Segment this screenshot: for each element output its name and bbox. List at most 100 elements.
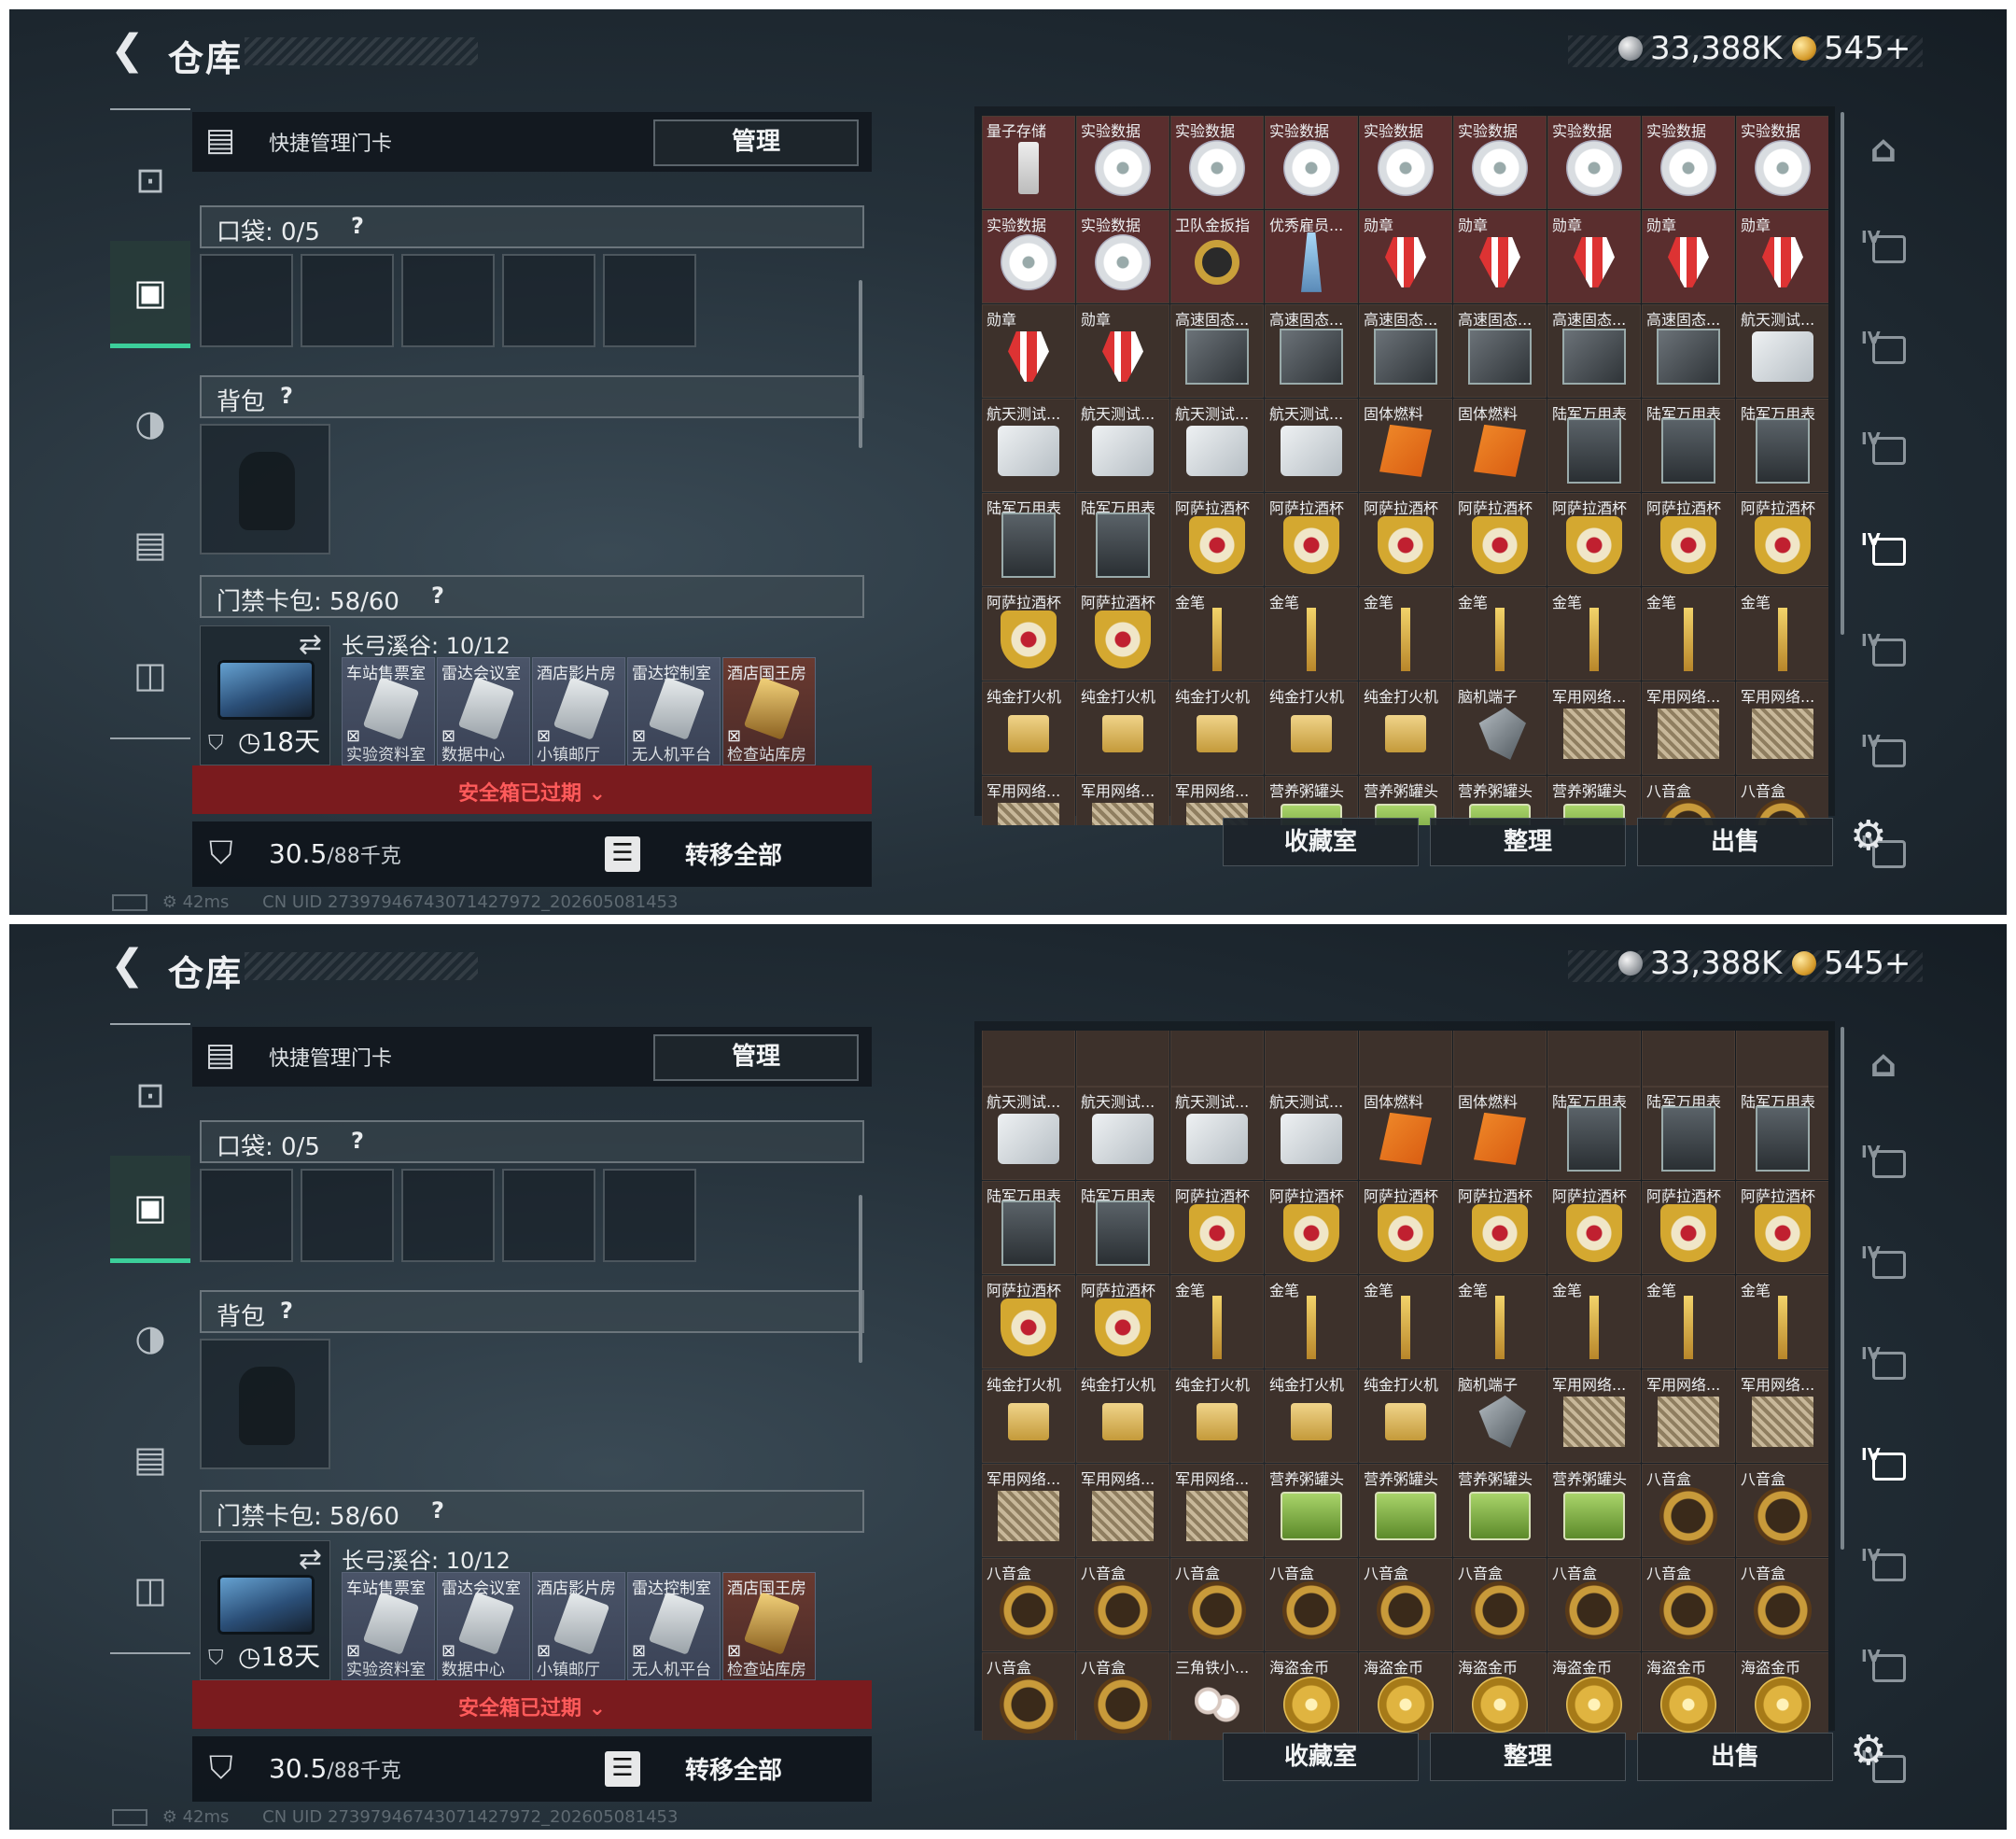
access-card[interactable]: 酒店国王房 ⊠ 检查站库房 — [722, 1572, 816, 1680]
stash-item-cell[interactable]: 营养粥罐头 — [1265, 1464, 1358, 1557]
stash-page-icon[interactable]: IV — [1844, 304, 1923, 398]
stash-item-cell[interactable]: 勋章 — [1453, 210, 1547, 303]
list-icon[interactable]: ☰ — [605, 836, 640, 872]
stash-item-cell[interactable]: 阿萨拉酒杯 — [1265, 493, 1358, 586]
stash-item-cell[interactable]: 高速固态... — [1547, 304, 1641, 398]
stash-item-cell[interactable]: 勋章 — [1736, 210, 1828, 303]
stash-item-cell[interactable]: 八音盒 — [1547, 1558, 1641, 1651]
manage-button[interactable]: 管理 — [653, 119, 859, 166]
stash-item-cell[interactable]: 阿萨拉酒杯 — [1547, 493, 1641, 586]
stash-item-cell[interactable]: 纯金打火机 — [1359, 1369, 1452, 1463]
bag-icon[interactable]: ▤ — [110, 493, 190, 596]
stash-item-cell[interactable]: 营养粥罐头 — [1453, 1464, 1547, 1557]
pocket-slot[interactable] — [301, 254, 394, 347]
pocket-slot[interactable] — [301, 1169, 394, 1262]
stash-item-cell[interactable]: 八音盒 — [1453, 1558, 1547, 1651]
safe-box-expired-bar[interactable]: 安全箱已过期 ⌄ — [192, 765, 872, 814]
stash-item-cell[interactable]: 航天测试... — [1170, 1087, 1264, 1180]
backpack-slot[interactable] — [200, 424, 330, 555]
stash-item-cell[interactable]: 卫队金扳指 — [1170, 210, 1264, 303]
stash-item-cell[interactable] — [1170, 1031, 1264, 1087]
stash-item-cell[interactable] — [1547, 1031, 1641, 1087]
stash-item-cell[interactable]: 航天测试... — [1170, 399, 1264, 492]
stash-item-cell[interactable]: 陆军万用表 — [1076, 493, 1169, 586]
stash-item-cell[interactable]: 金笔 — [1453, 1275, 1547, 1369]
stash-item-cell[interactable]: 陆军万用表 — [1642, 1087, 1735, 1180]
stash-item-cell[interactable]: 海盗金币 — [1642, 1652, 1735, 1740]
safe-box-expired-bar[interactable]: 安全箱已过期 ⌄ — [192, 1680, 872, 1729]
stash-item-cell[interactable]: 陆军万用表 — [1642, 399, 1735, 492]
stash-page-icon[interactable]: IV — [1844, 607, 1923, 700]
stash-item-cell[interactable]: 航天测试... — [1265, 1087, 1358, 1180]
stash-item-cell[interactable]: 实验数据 — [1642, 116, 1735, 209]
stash-item-cell[interactable]: 军用网络... — [1642, 1369, 1735, 1463]
stash-page-icon[interactable]: IV — [1844, 708, 1923, 801]
stash-item-cell[interactable]: 金笔 — [1265, 1275, 1358, 1369]
stash-item-cell[interactable]: 纯金打火机 — [1265, 1369, 1358, 1463]
stash-item-cell[interactable]: 固体燃料 — [1359, 399, 1452, 492]
stash-item-cell[interactable]: 军用网络... — [982, 1464, 1075, 1557]
stash-item-cell[interactable]: 勋章 — [1547, 210, 1641, 303]
access-card[interactable]: 雷达控制室 ⊠ 无人机平台 — [627, 657, 721, 765]
stash-item-cell[interactable] — [1359, 1031, 1452, 1087]
pocket-help-icon[interactable]: ? — [351, 1128, 364, 1154]
stash-item-cell[interactable]: 实验数据 — [1265, 116, 1358, 209]
stash-item-cell[interactable]: 航天测试... — [982, 1087, 1075, 1180]
access-card[interactable]: 雷达控制室 ⊠ 无人机平台 — [627, 1572, 721, 1680]
stash-item-cell[interactable]: 阿萨拉酒杯 — [1453, 1181, 1547, 1274]
helmet-icon[interactable]: ◑ — [110, 372, 190, 474]
stash-page-icon[interactable]: IV — [1844, 1421, 1923, 1514]
stash-item-cell[interactable]: 实验数据 — [1736, 116, 1828, 209]
stash-item-cell[interactable]: 实验数据 — [1547, 116, 1641, 209]
stash-item-cell[interactable]: 军用网络... — [1170, 1464, 1264, 1557]
sell-button[interactable]: 出售 — [1637, 1733, 1833, 1781]
case-icon[interactable]: ◫ — [110, 624, 190, 726]
stash-item-cell[interactable]: 军用网络... — [1642, 681, 1735, 775]
stash-item-cell[interactable]: 八音盒 — [1170, 1558, 1264, 1651]
stash-item-cell[interactable]: 阿萨拉酒杯 — [1076, 1275, 1169, 1369]
stash-item-cell[interactable]: 金笔 — [1642, 1275, 1735, 1369]
stash-item-cell[interactable]: 勋章 — [1359, 210, 1452, 303]
card-bag-device[interactable]: ⇄ ⛉ ◷18天 — [200, 1540, 330, 1680]
stash-item-cell[interactable]: 八音盒 — [1736, 1464, 1828, 1557]
stash-item-cell[interactable]: 纯金打火机 — [1076, 681, 1169, 775]
stash-item-cell[interactable] — [1736, 1031, 1828, 1087]
stash-item-cell[interactable]: 三角铁小... — [1170, 1652, 1264, 1740]
stash-item-cell[interactable]: 金笔 — [1547, 587, 1641, 681]
stash-item-cell[interactable]: 量子存储 — [982, 116, 1075, 209]
pocket-help-icon[interactable]: ? — [351, 213, 364, 239]
stash-item-cell[interactable]: 海盗金币 — [1736, 1652, 1828, 1740]
access-card[interactable]: 酒店影片房 ⊠ 小镇邮厅 — [532, 657, 625, 765]
stash-item-cell[interactable]: 金笔 — [1170, 1275, 1264, 1369]
stash-item-cell[interactable]: 金笔 — [1547, 1275, 1641, 1369]
sort-button[interactable]: 整理 — [1430, 818, 1626, 866]
stash-item-cell[interactable]: 阿萨拉酒杯 — [1642, 1181, 1735, 1274]
gun-icon[interactable]: ⊡ — [110, 129, 190, 232]
stash-item-cell[interactable]: 纯金打火机 — [1076, 1369, 1169, 1463]
currency-gold[interactable]: 545+ — [1792, 30, 1911, 67]
sell-button[interactable]: 出售 — [1637, 818, 1833, 866]
pocket-slot[interactable] — [401, 1169, 495, 1262]
armor-icon[interactable]: ▣ — [110, 1156, 190, 1263]
stash-item-cell[interactable]: 阿萨拉酒杯 — [1736, 493, 1828, 586]
stash-item-cell[interactable]: 固体燃料 — [1453, 1087, 1547, 1180]
stash-item-cell[interactable]: 海盗金币 — [1359, 1652, 1452, 1740]
sort-button[interactable]: 整理 — [1430, 1733, 1626, 1781]
stash-item-cell[interactable]: 高速固态... — [1170, 304, 1264, 398]
stash-item-cell[interactable]: 八音盒 — [1642, 1558, 1735, 1651]
stash-item-cell[interactable]: 金笔 — [1736, 1275, 1828, 1369]
stash-item-cell[interactable] — [1265, 1031, 1358, 1087]
stash-item-cell[interactable]: 营养粥罐头 — [1359, 1464, 1452, 1557]
stash-item-cell[interactable] — [1076, 1031, 1169, 1087]
access-card[interactable]: 酒店国王房 ⊠ 检查站库房 — [722, 657, 816, 765]
transfer-all-button[interactable]: 转移全部 — [685, 836, 862, 871]
stash-item-cell[interactable]: 八音盒 — [982, 1558, 1075, 1651]
access-card[interactable]: 车站售票室 ⊠ 实验资料室 — [342, 657, 435, 765]
gear-icon[interactable]: ⚙ — [1850, 1727, 1886, 1775]
stash-item-cell[interactable]: 八音盒 — [1076, 1558, 1169, 1651]
stash-page-icon[interactable]: IV — [1844, 204, 1923, 297]
gun-icon[interactable]: ⊡ — [110, 1044, 190, 1146]
stash-item-cell[interactable]: 海盗金币 — [1265, 1652, 1358, 1740]
stash-item-cell[interactable]: 纯金打火机 — [1170, 1369, 1264, 1463]
pocket-slot[interactable] — [502, 1169, 595, 1262]
